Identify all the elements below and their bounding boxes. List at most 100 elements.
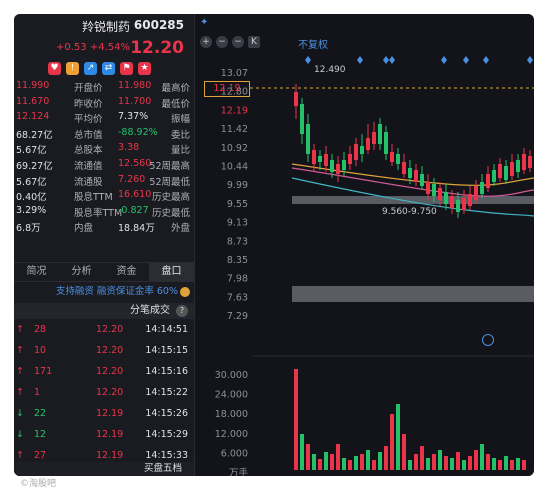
trade-row: ↓ 22 12.19 14:15:26: [14, 408, 194, 429]
volume-bar: [300, 434, 304, 470]
candle-body: [336, 164, 340, 174]
promo-text: 支持融资 融资保证金率 60%: [55, 286, 178, 297]
trade-time: 14:15:33: [145, 450, 188, 461]
volume-bar: [450, 458, 454, 470]
candle-body: [402, 162, 406, 174]
price-change: +0.53 +4.54%: [56, 42, 130, 53]
alert-icon[interactable]: !: [66, 62, 79, 75]
ma-line-2: [291, 167, 534, 197]
volume-bar: [432, 454, 436, 470]
tab-简况[interactable]: 简况: [14, 263, 59, 281]
action-icons: ♥ ! ↗ ⇄ ⚑ ★: [48, 62, 151, 75]
order-book-label[interactable]: 买盘五档: [14, 462, 194, 476]
stat-label: 委比: [170, 129, 190, 141]
quote-panel: 羚锐制药 600285 +0.53 +4.54% 12.20 ♥ ! ↗ ⇄ ⚑…: [14, 14, 195, 476]
volume-bar: [462, 460, 466, 470]
volume-bar: [408, 460, 412, 470]
stat-label: 平均价: [74, 114, 103, 126]
stat-value: 11.990: [16, 80, 50, 91]
trade-price: 12.19: [96, 408, 124, 419]
candle-body: [384, 132, 388, 154]
y-tick-label: 8.35: [227, 255, 248, 266]
y-tick-label: 12.19: [221, 105, 248, 116]
volume-bar: [360, 454, 364, 470]
flag-icon[interactable]: ⚑: [120, 62, 133, 75]
arrow-up-icon: ↑: [16, 324, 24, 335]
stat-row: 6.8万 内盘 18.84万 外盘: [14, 220, 194, 236]
event-marker-icon: [305, 56, 311, 64]
help-icon[interactable]: ?: [176, 305, 188, 317]
quote-header: 羚锐制药 600285 +0.53 +4.54% 12.20 ♥ ! ↗ ⇄ ⚑…: [14, 14, 194, 76]
stat-value: 12.560: [118, 157, 152, 169]
event-marker-icon: [483, 56, 489, 64]
kline-chart[interactable]: ✦ + − − K 不复权 13.07 12.80 12.19 11.42 10.92 1…: [196, 14, 534, 476]
support-band: [292, 196, 534, 204]
stock-code: 600285: [133, 18, 184, 32]
stat-value: 11.980: [118, 80, 152, 91]
candle-body: [324, 154, 328, 166]
share-icon[interactable]: ↗: [84, 62, 97, 75]
event-marker-icon: [383, 56, 389, 64]
low-annotation: 9.560-9.750: [382, 207, 437, 217]
margin-icon: [180, 287, 190, 297]
candle-body: [444, 192, 448, 204]
hot-icon[interactable]: ★: [138, 62, 151, 75]
candle-body: [486, 174, 490, 188]
stat-label: 最低价: [161, 98, 190, 110]
candle-body: [396, 154, 400, 164]
candle-body: [300, 104, 304, 134]
volume-bar: [498, 460, 502, 470]
candle-body: [330, 160, 334, 172]
volume-bar: [456, 452, 460, 470]
favorite-icon[interactable]: ♥: [48, 62, 61, 75]
trade-price: 12.20: [96, 366, 124, 377]
arrow-up-icon: ↑: [16, 450, 24, 461]
trade-row: ↑ 10 12.20 14:15:15: [14, 345, 194, 366]
candle-body: [414, 170, 418, 182]
candle-body: [480, 182, 484, 194]
candle-body: [432, 184, 436, 196]
stat-label: 流通股: [74, 176, 103, 188]
tab-盘口[interactable]: 盘口: [149, 263, 194, 281]
margin-promo[interactable]: 支持融资 融资保证金率 60%: [14, 284, 194, 300]
trade-price: 12.19: [96, 429, 124, 440]
tab-分析[interactable]: 分析: [59, 263, 104, 281]
volume-bar: [426, 458, 430, 470]
stat-label: 流通值: [74, 160, 103, 172]
candle-body: [462, 198, 466, 210]
trade-row: ↑ 28 12.20 14:14:51: [14, 324, 194, 345]
trade-price: 12.20: [96, 345, 124, 356]
stat-value: 3.29%: [16, 204, 47, 216]
stat-value: -0.827: [118, 204, 149, 216]
stat-label: 最高价: [161, 83, 190, 94]
target-icon[interactable]: [482, 334, 494, 346]
event-marker-icon: [463, 56, 469, 64]
stat-label: 历史最高: [151, 192, 190, 204]
candle-body: [378, 124, 382, 144]
stat-label: 昨收价: [74, 98, 103, 110]
stat-value: 68.27亿: [16, 129, 53, 141]
stat-value: 5.67亿: [16, 145, 47, 157]
candle-body: [528, 156, 532, 168]
candle-body: [348, 154, 352, 164]
y-tick-label: 10.92: [221, 143, 248, 154]
stat-value: 16.610: [118, 189, 152, 201]
volume-bar: [504, 456, 508, 470]
volume-bar: [402, 434, 406, 470]
trades-title: 分笔成交: [130, 305, 170, 316]
candle-body: [354, 144, 358, 160]
tab-资金[interactable]: 资金: [104, 263, 149, 281]
trade-volume: 28: [34, 324, 47, 335]
stat-label: 外盘: [170, 223, 190, 235]
trade-price: 12.20: [96, 387, 124, 398]
trade-row: ↑ 171 12.20 14:15:16: [14, 366, 194, 387]
range-band: [292, 286, 534, 302]
candle-body: [522, 154, 526, 170]
volume-bar: [348, 460, 352, 470]
compare-icon[interactable]: ⇄: [102, 62, 115, 75]
y-tick-label: 10.44: [221, 162, 248, 173]
candle-body: [306, 124, 310, 154]
volume-tick-label: 24.000: [215, 390, 248, 401]
candle-body: [390, 152, 394, 162]
quote-tabs: 简况 分析 资金 盘口: [14, 262, 194, 282]
